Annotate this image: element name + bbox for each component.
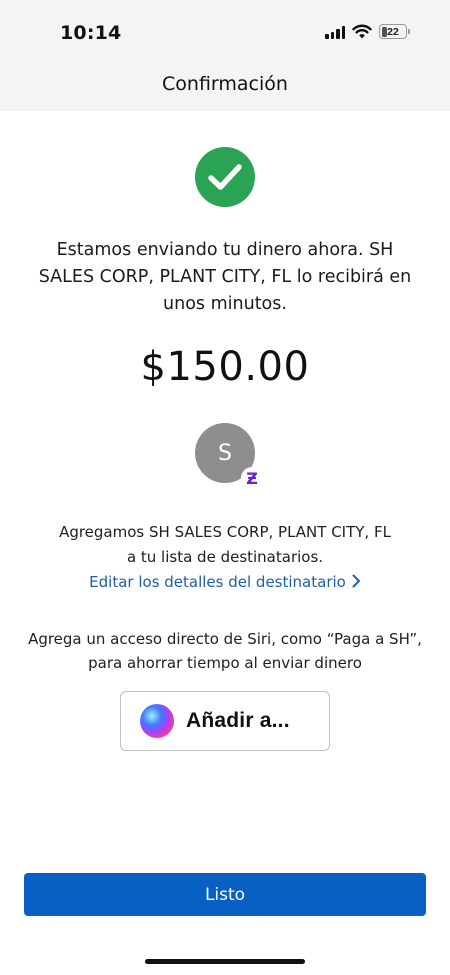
siri-shortcut-text: Agrega un acceso directo de Siri, como “… xyxy=(18,627,432,675)
battery-icon: 22 xyxy=(379,24,410,39)
cellular-signal-icon xyxy=(325,25,345,39)
page-title: Confirmación xyxy=(162,73,288,95)
wifi-icon xyxy=(352,24,372,39)
battery-level: 22 xyxy=(387,25,399,38)
add-to-siri-label: Añadir a... xyxy=(186,709,290,732)
siri-text-line-2: para ahorrar tiempo al enviar dinero xyxy=(88,654,362,672)
done-button-label: Listo xyxy=(204,884,246,905)
edit-recipient-label: Editar los detalles del destinatario xyxy=(89,573,346,591)
recipient-added-text: Agregamos SH SALES CORP, PLANT CITY, FL … xyxy=(30,520,420,570)
avatar-initial: S xyxy=(218,440,232,466)
done-button[interactable]: Listo xyxy=(24,873,426,916)
recipient-added-line-2: a tu lista de destinatarios. xyxy=(126,548,324,566)
checkmark-circle-icon xyxy=(195,147,255,207)
add-to-siri-button[interactable]: Añadir a... xyxy=(120,691,330,751)
edit-recipient-link[interactable]: Editar los detalles del destinatario xyxy=(0,573,450,591)
zelle-badge-icon: Ƶ xyxy=(241,467,263,489)
status-icons: 22 xyxy=(325,24,410,39)
status-time: 10:14 xyxy=(60,22,122,44)
siri-icon xyxy=(140,704,174,738)
amount: $150.00 xyxy=(140,344,310,390)
confirmation-message: Estamos enviando tu dinero ahora. SH SAL… xyxy=(38,240,412,314)
confirmation-screen: 10:14 22 Confirmación Estamos enviando t… xyxy=(0,0,450,975)
home-indicator xyxy=(145,959,305,964)
top-bar: 10:14 22 Confirmación xyxy=(0,0,450,111)
siri-text-line-1: Agrega un acceso directo de Siri, como “… xyxy=(28,630,422,648)
chevron-right-icon xyxy=(352,574,360,588)
recipient-added-line-1: Agregamos SH SALES CORP, PLANT CITY, FL xyxy=(59,523,391,541)
